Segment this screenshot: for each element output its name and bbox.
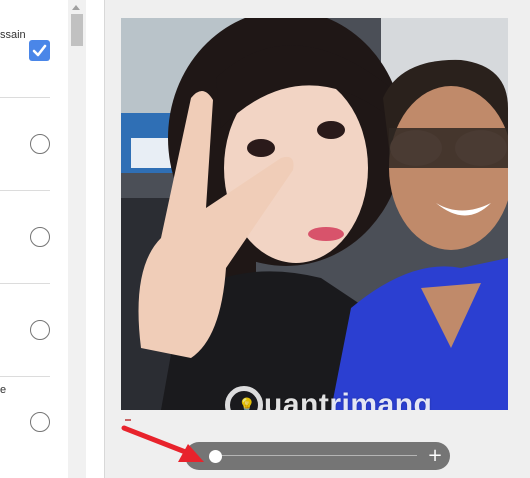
lightbulb-q-logo-icon: 💡 — [225, 386, 263, 410]
option-radio-5[interactable] — [30, 412, 50, 432]
option-radio-3[interactable] — [30, 227, 50, 247]
preview-pane: 💡 uantrimang — [105, 0, 530, 478]
panel-gap — [86, 0, 104, 478]
scrollbar-thumb[interactable] — [71, 14, 83, 46]
checkmark-icon — [32, 44, 47, 57]
plus-icon[interactable]: + — [426, 445, 444, 467]
zoom-track[interactable] — [217, 455, 417, 456]
preview-photo[interactable]: 💡 uantrimang — [121, 18, 508, 410]
option-radio-2[interactable] — [30, 134, 50, 154]
option-divider — [0, 283, 50, 284]
option-label-5: e — [0, 384, 7, 396]
option-divider — [0, 190, 50, 191]
option-radio-4[interactable] — [30, 320, 50, 340]
watermark-brand-text: uantrimang — [264, 388, 433, 410]
red-annotation-arrow-icon — [121, 425, 204, 462]
zoom-slider[interactable]: + — [185, 442, 450, 470]
option-checkbox-1[interactable] — [29, 40, 50, 61]
watermark: 💡 uantrimang — [225, 380, 432, 410]
option-label-1: ssain — [0, 29, 26, 41]
options-panel: ssain e — [0, 0, 68, 478]
option-divider — [0, 97, 50, 98]
option-divider — [0, 376, 50, 377]
scroll-up-arrow-icon[interactable] — [72, 5, 80, 10]
selfie-photo-illustration — [121, 18, 508, 410]
options-scrollbar[interactable] — [68, 0, 86, 478]
